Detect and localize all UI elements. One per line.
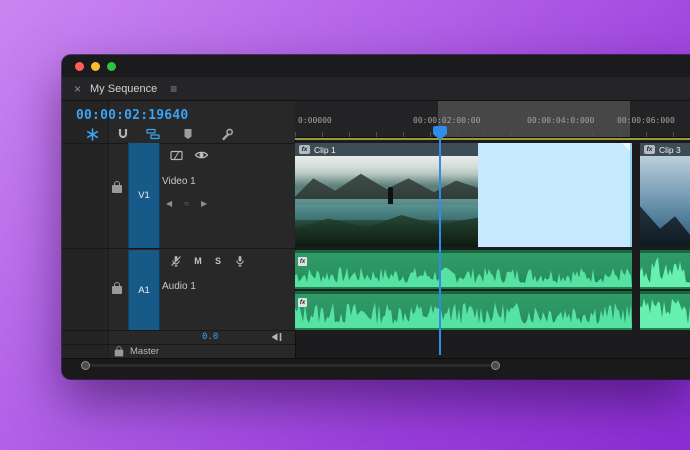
insert-nest-button[interactable]	[84, 126, 101, 142]
desktop-background: × My Sequence ≡ 00:00:02:19640 V1 Video …	[0, 0, 690, 450]
audio-channel-left	[640, 250, 690, 289]
timeline-panel-window: × My Sequence ≡ 00:00:02:19640 V1 Video …	[62, 55, 690, 379]
panel-tab-bar: × My Sequence ≡	[62, 77, 690, 101]
keyframe-navigator: ◀ ○ ▶	[166, 199, 207, 209]
solo-track-button[interactable]: S	[212, 256, 224, 266]
clip-out-point-handle	[622, 143, 630, 151]
clip-title-bar: fx Clip 1	[295, 143, 478, 156]
playhead-handle[interactable]	[433, 126, 447, 140]
nest-icon	[86, 127, 99, 141]
fx-badge: fx	[298, 257, 307, 266]
fx-badge: fx	[644, 145, 655, 154]
timeline-zoom-scrollbar[interactable]	[90, 364, 491, 367]
video-track-badge: V1	[138, 190, 150, 201]
marker-icon	[184, 129, 191, 139]
fx-badge: fx	[299, 145, 310, 154]
audio-clip-1[interactable]: fx fx	[295, 250, 632, 330]
mic-mute-button[interactable]	[170, 255, 182, 267]
zoom-handle-left[interactable]	[81, 361, 90, 370]
audio-channel-right: fx	[295, 291, 632, 330]
clip-label: Clip 1	[314, 144, 336, 155]
rock-shore	[640, 206, 690, 247]
ruler-label: 0:00000	[298, 116, 332, 125]
header-divider	[62, 143, 295, 144]
voiceover-record-button[interactable]	[234, 255, 246, 267]
audio-track-target-button[interactable]: A1	[128, 250, 160, 330]
fx-badge: fx	[298, 298, 307, 307]
audio-clip-3[interactable]	[640, 250, 690, 330]
audio-track-lock-button[interactable]	[112, 282, 122, 294]
header-divider	[62, 248, 295, 249]
ruler-label: 00:00:06:000	[617, 116, 675, 125]
playhead-line[interactable]	[439, 140, 441, 355]
audio-channel-left: fx	[295, 250, 632, 289]
minimize-window-button[interactable]	[91, 62, 100, 71]
panel-menu-icon[interactable]: ≡	[170, 82, 177, 96]
master-track-name: Master	[130, 346, 160, 357]
video-clip-3[interactable]: fx Clip 3	[640, 143, 690, 247]
waveform-graphic	[295, 302, 632, 328]
audio-track-badge: A1	[138, 284, 150, 296]
add-marker-button[interactable]	[179, 126, 196, 142]
waveform-graphic	[640, 298, 690, 328]
next-keyframe-button[interactable]: ▶	[201, 199, 207, 209]
ruler-label: 00:00:04:0:000	[527, 116, 595, 125]
close-window-button[interactable]	[75, 62, 84, 71]
window-titlebar	[62, 55, 690, 78]
fader-button[interactable]	[270, 332, 283, 342]
sync-lock-icon	[170, 150, 183, 161]
previous-keyframe-button[interactable]: ◀	[166, 199, 172, 209]
header-divider	[62, 344, 295, 345]
video-track-lock-button[interactable]	[112, 181, 122, 193]
sequence-tab-title[interactable]: My Sequence	[90, 83, 157, 95]
time-ruler[interactable]: 0:00000 00:00:02:00:00 00:00:04:0:000 00…	[295, 101, 690, 138]
add-keyframe-button[interactable]: ○	[184, 199, 189, 209]
video-clip-1[interactable]: fx Clip 1	[295, 143, 478, 247]
clip-thumbnail	[640, 156, 690, 247]
timeline-scrollbar-row	[62, 358, 690, 379]
ruler-ticks	[295, 132, 690, 137]
waveform-graphic	[640, 257, 690, 287]
audio-track-name[interactable]: Audio 1	[162, 281, 196, 292]
timeline-settings-button[interactable]	[219, 126, 236, 142]
zoom-window-button[interactable]	[107, 62, 116, 71]
mic-muted-icon	[171, 256, 181, 267]
audio-channel-right	[640, 291, 690, 330]
eye-icon	[194, 151, 209, 159]
master-track-lock-button[interactable]	[114, 346, 124, 357]
video-track-name[interactable]: Video 1	[162, 176, 196, 187]
clip-title-bar: fx Clip 3	[640, 143, 690, 156]
magnet-icon	[118, 129, 127, 139]
render-bar	[295, 138, 690, 140]
mic-icon	[236, 256, 244, 267]
sync-lock-button[interactable]	[170, 150, 183, 161]
toggle-track-output-button[interactable]	[194, 150, 209, 160]
ruler-label: 00:00:02:00:00	[413, 116, 481, 125]
snap-button[interactable]	[114, 126, 131, 142]
waveform-graphic	[295, 267, 632, 287]
lake-water	[295, 198, 478, 220]
video-track-target-button[interactable]: V1	[128, 143, 160, 248]
clip-label: Clip 3	[659, 144, 681, 155]
playhead-timecode-display[interactable]: 00:00:02:19640	[76, 108, 188, 123]
fader-icon	[271, 333, 282, 341]
selected-clip-segment[interactable]	[478, 143, 632, 247]
audio-level-value[interactable]: 0.0	[202, 332, 218, 342]
mute-track-button[interactable]: M	[192, 256, 204, 266]
clip-thumbnail	[295, 156, 478, 247]
tab-close-icon[interactable]: ×	[74, 82, 81, 96]
linked-selection-icon	[145, 128, 160, 140]
zoom-handle-right[interactable]	[491, 361, 500, 370]
header-divider	[62, 330, 295, 331]
linked-selection-button[interactable]	[144, 126, 161, 142]
person-silhouette	[388, 186, 394, 204]
wrench-icon	[222, 128, 234, 140]
